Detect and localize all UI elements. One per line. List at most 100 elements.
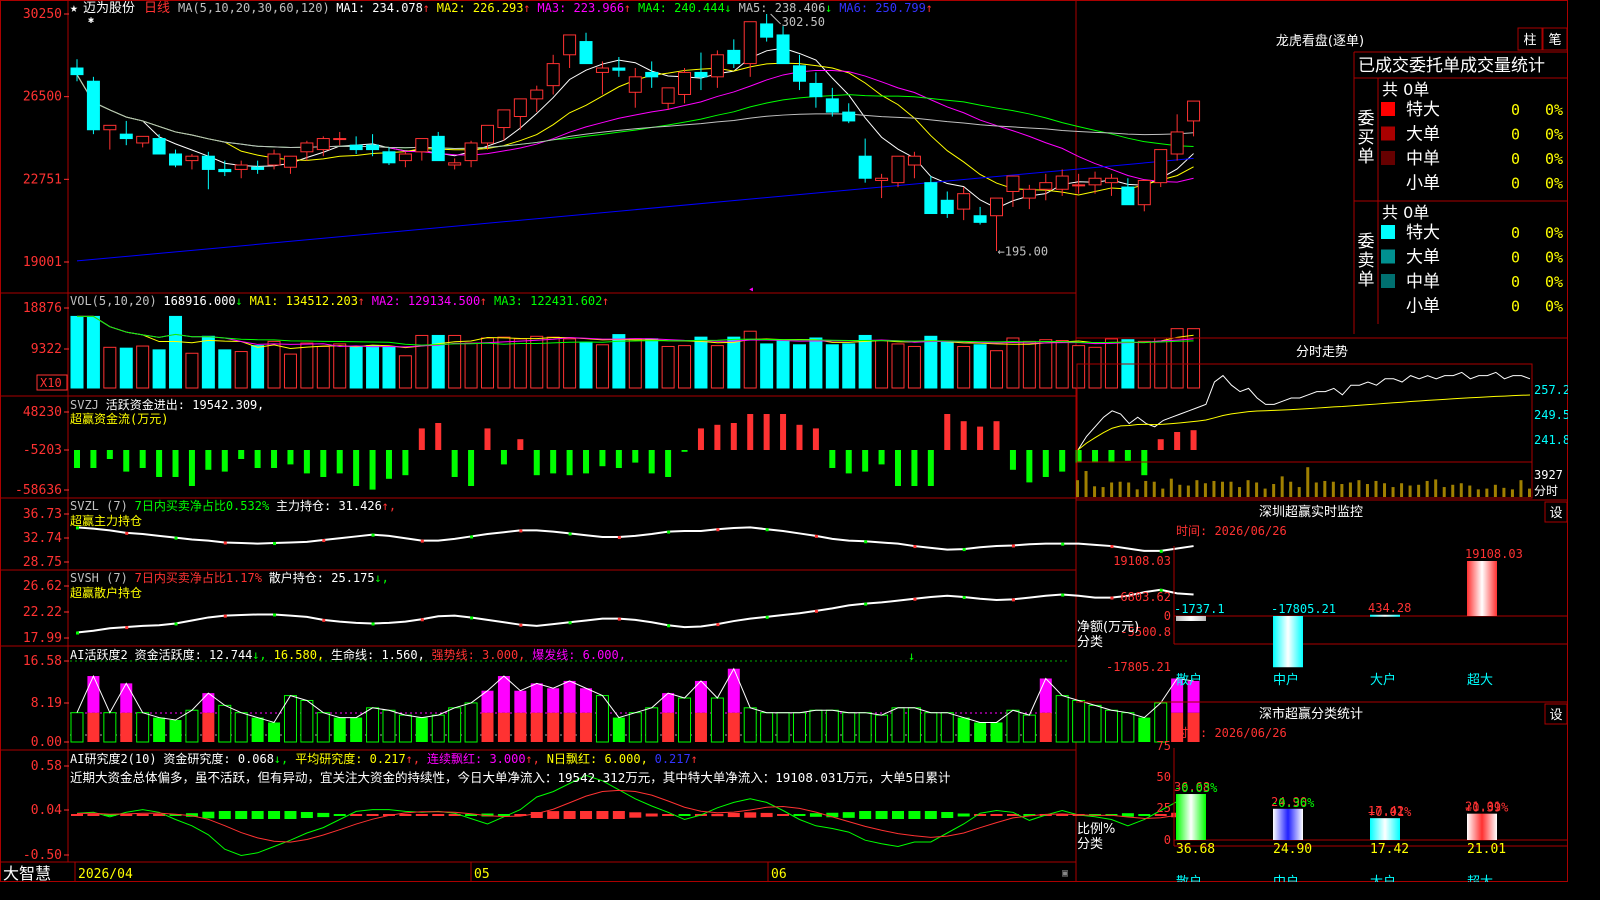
- money-flow-bar[interactable]: [1174, 432, 1181, 450]
- activity-bar[interactable]: [990, 722, 1003, 742]
- volume-bar[interactable]: [234, 351, 248, 389]
- money-flow-bar[interactable]: [583, 450, 590, 474]
- candle-body[interactable]: [694, 71, 708, 78]
- activity-bar[interactable]: [251, 717, 264, 742]
- activity-bar[interactable]: [957, 717, 970, 742]
- candle-body[interactable]: [86, 80, 100, 131]
- candle-body[interactable]: [678, 71, 692, 95]
- activity-bar-peak[interactable]: [547, 688, 560, 713]
- candle-body[interactable]: [792, 65, 806, 82]
- volume-bar[interactable]: [497, 336, 511, 389]
- activity-bar-base[interactable]: [530, 712, 543, 742]
- activity-bar-hollow[interactable]: [234, 712, 248, 743]
- money-flow-bar[interactable]: [369, 450, 376, 490]
- money-flow-bar[interactable]: [221, 450, 228, 472]
- activity-bar-hollow[interactable]: [1022, 714, 1036, 743]
- research-bar[interactable]: [399, 814, 412, 816]
- activity-bar-peak[interactable]: [580, 688, 593, 713]
- monitor-bar[interactable]: [1467, 561, 1497, 616]
- activity-bar-peak[interactable]: [662, 693, 675, 713]
- candle-body[interactable]: [563, 34, 577, 56]
- research-bar[interactable]: [350, 814, 363, 816]
- candle-body[interactable]: [201, 155, 215, 170]
- volume-bar[interactable]: [694, 336, 708, 389]
- research-bar[interactable]: [777, 814, 790, 816]
- candle-body[interactable]: [481, 124, 494, 144]
- money-flow-bar[interactable]: [123, 450, 130, 472]
- money-flow-bar[interactable]: [320, 450, 327, 477]
- classify-bar[interactable]: [1370, 818, 1400, 840]
- research-bar[interactable]: [268, 811, 281, 819]
- activity-bar-hollow[interactable]: [760, 712, 774, 743]
- volume-bar[interactable]: [1055, 340, 1069, 389]
- candle-body[interactable]: [1104, 177, 1118, 184]
- money-flow-bar[interactable]: [599, 450, 606, 467]
- candle-body[interactable]: [1137, 179, 1151, 206]
- volume-bar[interactable]: [891, 343, 905, 389]
- money-flow-bar[interactable]: [468, 450, 475, 486]
- volume-bar[interactable]: [382, 345, 396, 389]
- candle-body[interactable]: [333, 138, 347, 141]
- money-flow-bar[interactable]: [254, 450, 261, 468]
- money-flow-bar[interactable]: [747, 414, 754, 450]
- activity-bar-hollow[interactable]: [678, 697, 692, 743]
- candle-body[interactable]: [858, 155, 872, 179]
- candle-body[interactable]: [1022, 188, 1036, 199]
- volume-bar[interactable]: [283, 353, 297, 389]
- candle-body[interactable]: [398, 153, 412, 162]
- volume-bar[interactable]: [201, 335, 215, 389]
- money-flow-bar[interactable]: [1190, 430, 1197, 450]
- money-flow-bar[interactable]: [829, 450, 836, 468]
- money-flow-bar[interactable]: [271, 450, 278, 468]
- candle-body[interactable]: [1088, 177, 1102, 186]
- money-flow-bar[interactable]: [1092, 450, 1099, 463]
- activity-bar-base[interactable]: [727, 712, 740, 742]
- money-flow-bar[interactable]: [1026, 450, 1033, 483]
- candle-body[interactable]: [907, 155, 921, 166]
- money-flow-bar[interactable]: [517, 439, 524, 450]
- activity-bar-hollow[interactable]: [875, 714, 889, 743]
- candle-body[interactable]: [595, 67, 609, 73]
- research-bar[interactable]: [842, 812, 855, 818]
- volume-bar[interactable]: [579, 341, 593, 389]
- candle-body[interactable]: [366, 144, 380, 151]
- candle-body[interactable]: [809, 82, 823, 98]
- volume-bar[interactable]: [70, 315, 84, 389]
- money-flow-bar[interactable]: [1108, 450, 1115, 463]
- activity-bar-hollow[interactable]: [710, 697, 724, 743]
- money-flow-bar[interactable]: [74, 450, 80, 468]
- volume-bar[interactable]: [1039, 339, 1053, 389]
- activity-bar-base[interactable]: [662, 712, 675, 742]
- activity-bar-hollow[interactable]: [940, 712, 954, 743]
- activity-bar[interactable]: [268, 722, 281, 742]
- volume-bar[interactable]: [661, 345, 675, 389]
- activity-bar-hollow[interactable]: [431, 714, 445, 743]
- money-flow-bar[interactable]: [763, 414, 770, 450]
- candle-body[interactable]: [727, 49, 741, 65]
- research-bar[interactable]: [580, 811, 593, 819]
- candle-body[interactable]: [1170, 131, 1184, 155]
- research-bar[interactable]: [908, 811, 921, 819]
- money-flow-bar[interactable]: [1009, 450, 1016, 470]
- volume-bar[interactable]: [678, 345, 692, 389]
- volume-bar[interactable]: [218, 349, 232, 389]
- candle-body[interactable]: [579, 41, 593, 65]
- volume-bar[interactable]: [563, 338, 577, 389]
- activity-bar-hollow[interactable]: [1055, 695, 1069, 743]
- activity-bar-peak[interactable]: [120, 683, 133, 713]
- money-flow-bar[interactable]: [172, 450, 179, 477]
- research-bar[interactable]: [333, 814, 346, 816]
- candle-body[interactable]: [957, 193, 971, 210]
- money-flow-bar[interactable]: [90, 450, 97, 468]
- research-bar[interactable]: [629, 812, 642, 818]
- activity-bar-peak[interactable]: [530, 683, 543, 713]
- volume-bar[interactable]: [1072, 345, 1086, 389]
- activity-bar-hollow[interactable]: [825, 709, 839, 743]
- volume-bar[interactable]: [119, 347, 133, 389]
- research-bar[interactable]: [875, 811, 888, 819]
- research-bar[interactable]: [859, 811, 872, 819]
- activity-bar-base[interactable]: [202, 712, 215, 742]
- candle-body[interactable]: [218, 168, 232, 173]
- volume-bar[interactable]: [710, 345, 724, 389]
- volume-bar[interactable]: [924, 335, 938, 389]
